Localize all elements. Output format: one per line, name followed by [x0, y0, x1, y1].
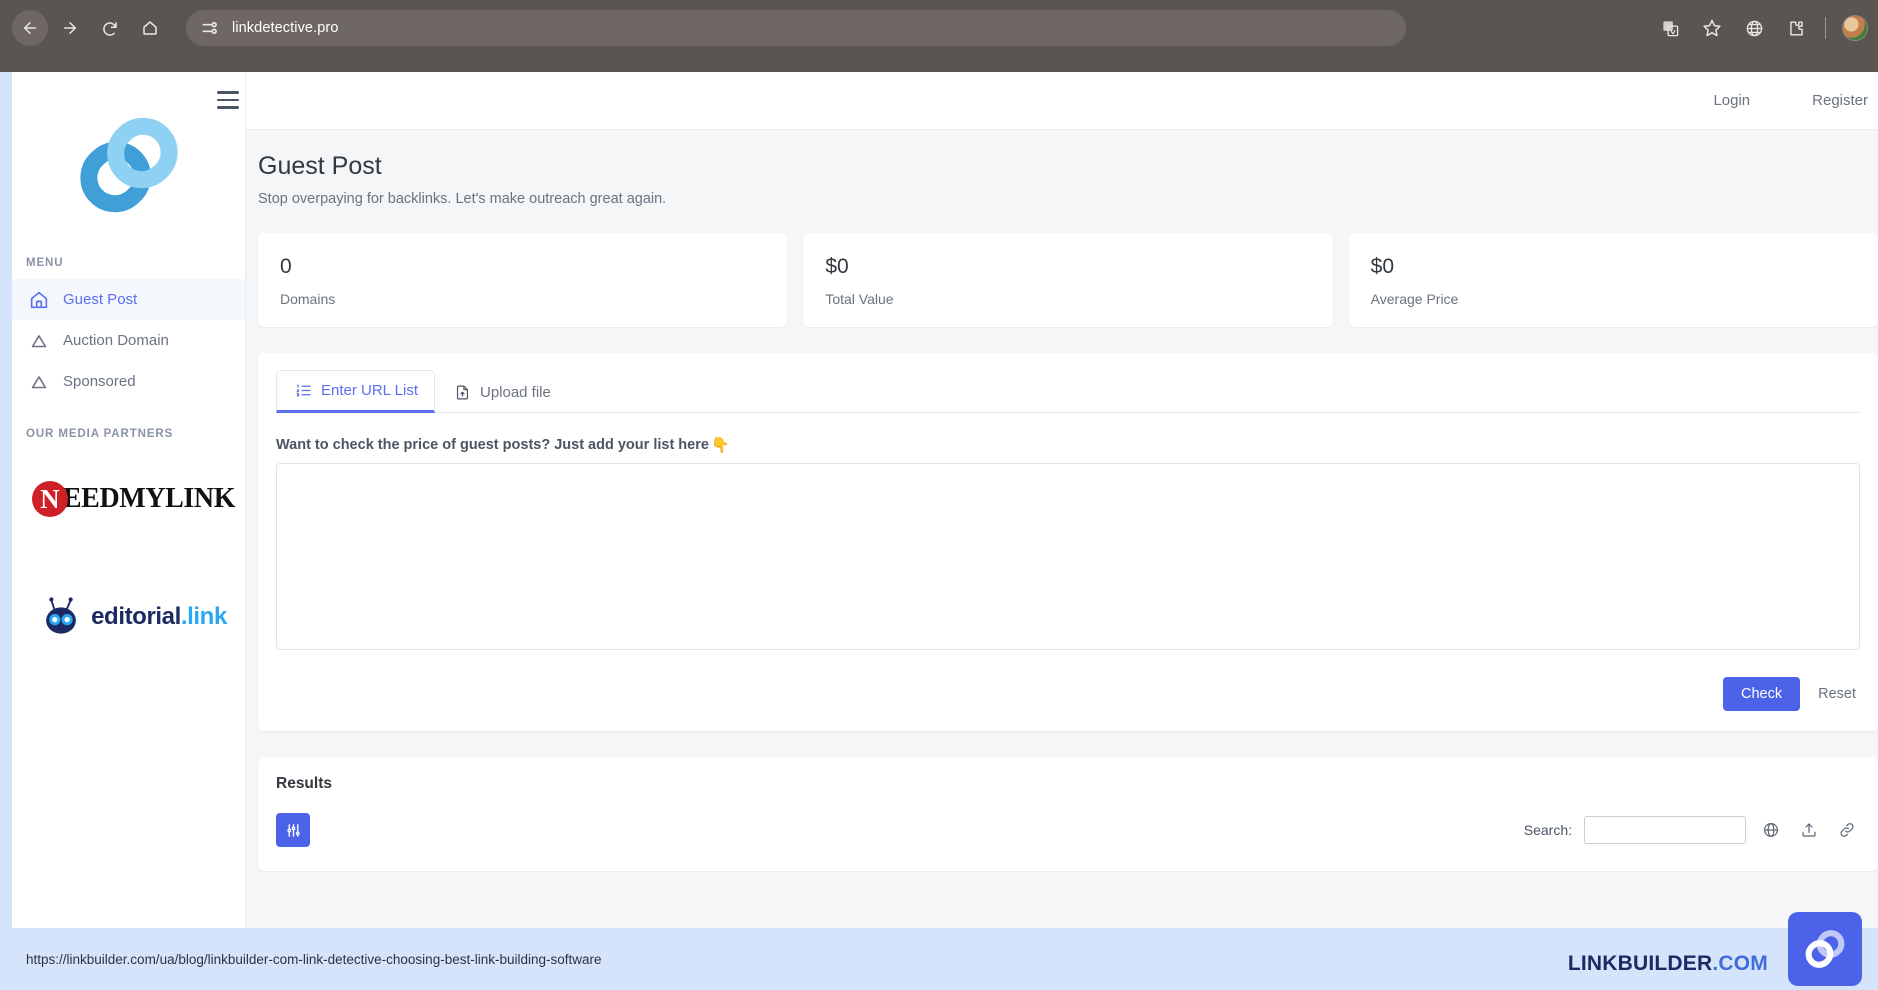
sliders-filter-icon	[286, 823, 300, 837]
page-viewport: MENU Guest Post Auction Domain Sponsored	[12, 72, 1878, 990]
stats-row: 0 Domains $0 Total Value $0 Average Pric…	[258, 233, 1878, 327]
ordered-list-icon	[296, 384, 311, 397]
needmylink-text: EEDMYLINK	[62, 483, 236, 514]
results-toolbar: Search:	[276, 813, 1860, 847]
topbar: Login Register	[246, 72, 1878, 130]
sidebar-item-sponsored[interactable]: Sponsored	[12, 361, 245, 402]
results-title: Results	[276, 775, 332, 792]
copy-icon	[1764, 823, 1778, 837]
sidebar-partners-label: OUR MEDIA PARTNERS	[26, 428, 174, 440]
export-upload-icon	[1802, 823, 1816, 837]
sidebar-item-auction-domain[interactable]: Auction Domain	[12, 320, 245, 361]
robot-head-icon	[46, 597, 76, 634]
search-label: Search:	[1523, 822, 1572, 838]
tab-label: Upload file	[479, 383, 551, 401]
tab-label: Enter URL List	[321, 382, 418, 399]
check-button[interactable]: Check	[1723, 677, 1801, 711]
chain-link-badge-icon	[1805, 930, 1845, 968]
partner-logo-editorial-link[interactable]: editorial.link	[12, 558, 245, 676]
linkbuilder-watermark: LINKBUILDER.COM	[1568, 952, 1768, 976]
globe-button[interactable]	[1737, 11, 1771, 45]
triangle-icon	[31, 375, 47, 388]
profile-avatar	[1842, 15, 1868, 41]
url-input-panel: Enter URL List Upload file Want to check…	[258, 353, 1878, 731]
address-bar-url: linkdetective.pro	[232, 20, 339, 36]
register-link[interactable]: Register	[1812, 92, 1868, 109]
sidebar-item-label: Guest Post	[63, 291, 138, 308]
sidebar-item-label: Sponsored	[63, 373, 136, 390]
sidebar-item-label: Auction Domain	[63, 332, 169, 349]
extensions-puzzle-icon	[1789, 20, 1803, 36]
forward-arrow-icon	[64, 22, 76, 34]
globe-icon	[1746, 20, 1762, 36]
stat-card-average-price: $0 Average Price	[1348, 233, 1878, 327]
sidebar-toggle-button[interactable]	[217, 91, 239, 109]
home-button[interactable]	[132, 10, 168, 46]
url-list-textarea[interactable]	[276, 463, 1860, 650]
editorial-link-text: editorial.link	[91, 603, 227, 631]
chain-link-logo	[79, 117, 178, 212]
panel-actions: Check Reset	[276, 677, 1860, 711]
link-suffix: .link	[180, 603, 227, 630]
url-field-label: Want to check the price of guest posts? …	[276, 437, 1860, 453]
home-icon	[143, 21, 157, 35]
sidebar-menu-label: MENU	[26, 257, 64, 269]
browser-window: linkdetective.pro MENU Guest Post Auctio…	[0, 0, 1878, 990]
reload-button[interactable]	[92, 10, 128, 46]
profile-button[interactable]	[1838, 11, 1872, 45]
linkbuilder-badge[interactable]	[1788, 912, 1862, 986]
search-input[interactable]	[1584, 816, 1746, 844]
star-icon	[1703, 19, 1721, 37]
page-title: Guest Post	[258, 152, 382, 180]
stat-label: Domains	[280, 291, 336, 307]
sidebar-item-guest-post[interactable]: Guest Post	[12, 279, 245, 320]
stat-value: 0	[280, 255, 292, 278]
tab-enter-url-list[interactable]: Enter URL List	[276, 370, 435, 413]
toolbar-divider	[1825, 17, 1826, 39]
stat-value: $0	[825, 255, 849, 278]
reset-button[interactable]: Reset	[1818, 686, 1856, 702]
link-button[interactable]	[1834, 817, 1860, 843]
home-icon	[30, 291, 48, 308]
input-tabs: Enter URL List Upload file	[276, 369, 1860, 413]
site-settings-icon[interactable]	[200, 18, 220, 38]
link-icon	[1840, 823, 1854, 837]
stat-value: $0	[1370, 255, 1395, 278]
reload-icon	[103, 22, 117, 36]
partner-logo-needmylink[interactable]: N EEDMYLINK	[12, 440, 245, 558]
stat-label: Total Value	[825, 291, 894, 307]
needmylink-badge: N	[31, 481, 68, 517]
address-bar[interactable]: linkdetective.pro	[186, 10, 1406, 46]
page-subtitle: Stop overpaying for backlinks. Let's mak…	[258, 191, 667, 207]
results-panel: Results Search:	[258, 757, 1878, 871]
results-toolbar-right: Search:	[1524, 816, 1860, 844]
stat-label: Average Price	[1370, 291, 1459, 307]
pointing-hand-icon: 👇	[710, 436, 730, 454]
forward-button[interactable]	[52, 10, 88, 46]
hamburger-icon	[217, 91, 239, 94]
translate-icon	[1662, 20, 1678, 36]
editorial-word: editorial	[91, 603, 181, 630]
url-field-label-text: Want to check the price of guest posts? …	[276, 437, 709, 453]
translate-button[interactable]	[1653, 11, 1687, 45]
back-button[interactable]	[12, 10, 48, 46]
main-content: Guest Post Stop overpaying for backlinks…	[246, 130, 1878, 990]
sidebar: MENU Guest Post Auction Domain Sponsored	[12, 72, 246, 990]
filter-button[interactable]	[276, 813, 310, 847]
bookmark-button[interactable]	[1695, 11, 1729, 45]
file-upload-icon	[456, 385, 469, 399]
back-arrow-icon	[24, 22, 36, 34]
status-bar-url: https://linkbuilder.com/ua/blog/linkbuil…	[26, 951, 602, 967]
app-logo[interactable]	[12, 72, 245, 257]
extensions-button[interactable]	[1779, 11, 1813, 45]
export-button[interactable]	[1796, 817, 1822, 843]
triangle-icon	[31, 334, 47, 347]
watermark-text: LINKBUILDER	[1567, 952, 1713, 975]
stat-card-total-value: $0 Total Value	[803, 233, 1333, 327]
tab-upload-file[interactable]: Upload file	[435, 370, 568, 413]
login-link[interactable]: Login	[1713, 92, 1750, 109]
copy-button[interactable]	[1758, 817, 1784, 843]
watermark-suffix: .COM	[1712, 952, 1768, 975]
stat-card-domains: 0 Domains	[258, 233, 788, 327]
